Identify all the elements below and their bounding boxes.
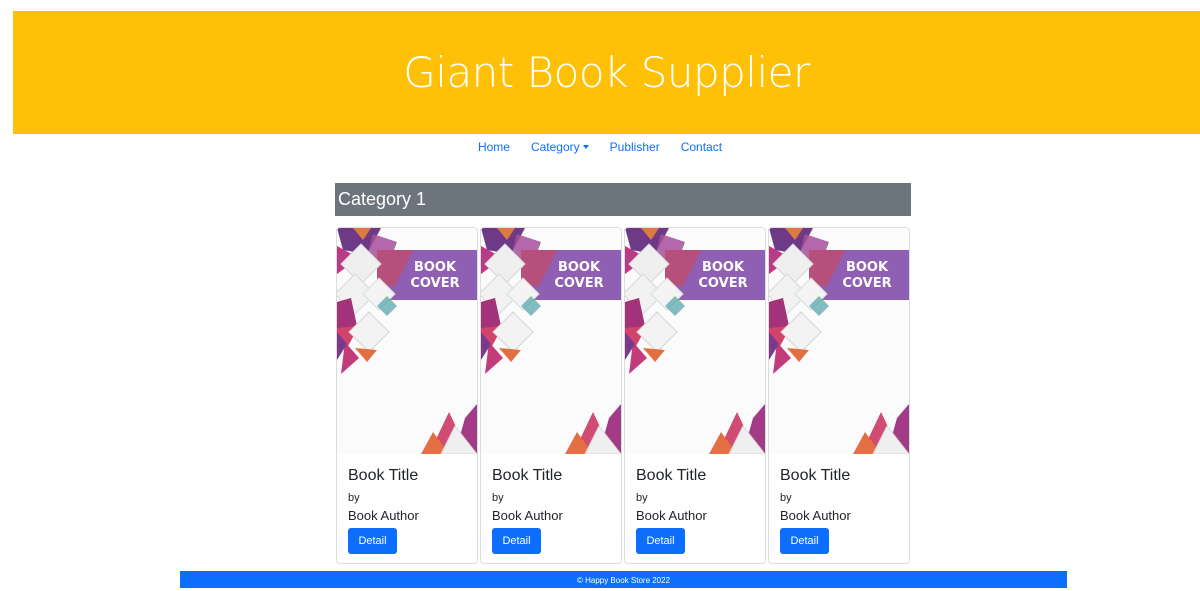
book-title: Book Title [348,467,419,484]
book-title: Book Title [780,467,851,484]
book-by-label: by [348,492,360,504]
book-cover-image: BOOK COVER [481,228,621,454]
book-card: BOOK COVER Book Title by Book Author Det… [336,227,478,564]
book-cover-image: BOOK COVER [337,228,477,454]
book-author: Book Author [780,508,851,523]
cover-text-book: BOOK [702,260,745,275]
detail-button[interactable]: Detail [636,528,685,554]
book-card: BOOK COVER Book Title by Book Author Det… [624,227,766,564]
detail-button[interactable]: Detail [780,528,829,554]
detail-button[interactable]: Detail [492,528,541,554]
book-author: Book Author [348,508,419,523]
book-card-list: BOOK COVER Book Title by Book Author Det… [336,227,911,564]
cover-text-cover: COVER [842,276,891,291]
nav-contact-link[interactable]: Contact [681,140,722,156]
cover-text-cover: COVER [410,276,459,291]
book-by-label: by [492,492,504,504]
site-title: Giant Book Supplier [403,48,810,97]
site-footer: © Happy Book Store 2022 [180,571,1067,588]
book-author: Book Author [636,508,707,523]
book-by-label: by [636,492,648,504]
nav-home-link[interactable]: Home [478,140,510,156]
book-cover-image: BOOK COVER [625,228,765,454]
detail-button[interactable]: Detail [348,528,397,554]
nav-publisher-link[interactable]: Publisher [610,140,660,156]
book-title: Book Title [492,467,563,484]
cover-text-cover: COVER [698,276,747,291]
book-by-label: by [780,492,792,504]
cover-text-book: BOOK [558,260,601,275]
cover-text-book: BOOK [846,260,889,275]
book-card: BOOK COVER Book Title by Book Author Det… [768,227,910,564]
category-heading: Category 1 [335,183,911,216]
book-author: Book Author [492,508,563,523]
main-nav: Home Category Publisher Contact [0,140,1200,156]
nav-category-label: Category [530,140,580,154]
cover-text-book: BOOK [414,260,457,275]
caret-down-icon [582,145,589,149]
book-title: Book Title [636,467,707,484]
cover-text-cover: COVER [554,276,603,291]
nav-category-dropdown[interactable]: Category [531,140,589,156]
book-card: BOOK COVER Book Title by Book Author Det… [480,227,622,564]
site-header: Giant Book Supplier [13,11,1200,134]
book-cover-image: BOOK COVER [769,228,909,454]
footer-copyright: © Happy Book Store 2022 [576,576,671,585]
